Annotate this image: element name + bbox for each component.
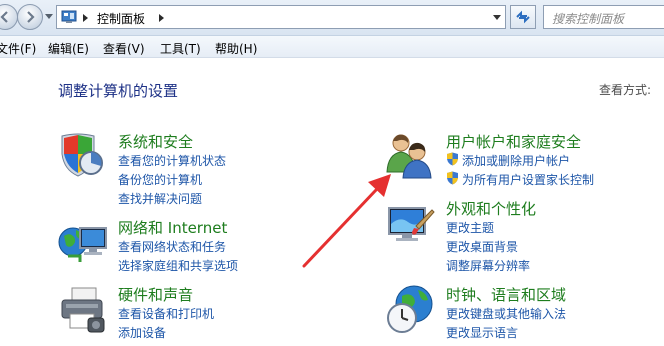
- annotation-arrow: [302, 174, 391, 268]
- address-dropdown-icon[interactable]: [493, 15, 501, 20]
- refresh-button[interactable]: [510, 5, 536, 29]
- menu-view[interactable]: 查看(V): [103, 40, 145, 57]
- breadcrumb-separator-icon[interactable]: [83, 14, 88, 22]
- breadcrumb-separator-icon[interactable]: [159, 14, 164, 22]
- recent-pages-dropdown[interactable]: [45, 14, 53, 19]
- menu-help[interactable]: 帮助(H): [215, 40, 257, 57]
- search-placeholder: 搜索控制面板: [552, 12, 625, 26]
- back-button[interactable]: [0, 4, 18, 30]
- search-input[interactable]: 搜索控制面板: [543, 5, 664, 29]
- control-panel-content: 调整计算机的设置 查看方式: 系统和安全 查看您的计算机状态 备份您的计算机 查…: [0, 58, 664, 346]
- menu-bar: 文件(F) 编辑(E) 查看(V) 工具(T) 帮助(H): [0, 36, 664, 58]
- menu-file[interactable]: 文件(F): [0, 40, 36, 57]
- menu-tools[interactable]: 工具(T): [160, 40, 201, 57]
- address-bar: 控制面板 搜索控制面板: [0, 0, 664, 36]
- breadcrumb-control-panel[interactable]: 控制面板: [97, 10, 145, 27]
- control-panel-icon: [61, 10, 77, 23]
- refresh-icon: [516, 10, 530, 24]
- address-path[interactable]: 控制面板: [56, 5, 506, 29]
- forward-button[interactable]: [17, 4, 43, 30]
- forward-arrow-icon: [27, 11, 35, 23]
- back-arrow-icon: [0, 11, 8, 23]
- menu-edit[interactable]: 编辑(E): [48, 40, 89, 57]
